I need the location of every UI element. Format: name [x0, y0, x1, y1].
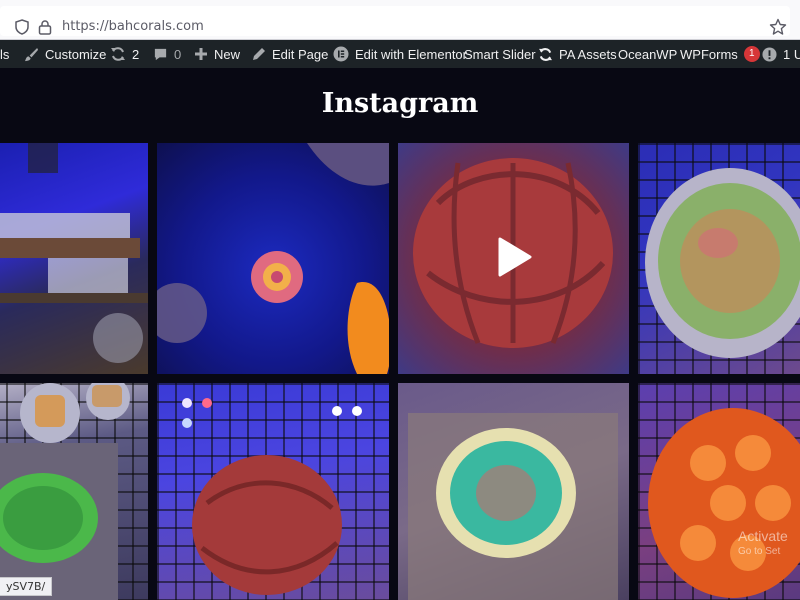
- adminbar-new[interactable]: New: [194, 40, 240, 68]
- adminbar-partial-left[interactable]: ls: [0, 40, 9, 68]
- adminbar-edit-page-label: Edit Page: [272, 46, 329, 62]
- paintbrush-icon: [24, 47, 39, 61]
- zoanthid-coral-photo: [157, 143, 389, 374]
- adminbar-smart-slider-label: Smart Slider: [464, 46, 536, 62]
- elementor-icon: [333, 46, 349, 62]
- instagram-post-7[interactable]: [398, 383, 629, 600]
- pencil-icon: [253, 48, 265, 60]
- instagram-post-1[interactable]: [0, 143, 148, 374]
- adminbar-wpforms-label: WPForms: [680, 46, 738, 62]
- tank-room-photo: [0, 143, 148, 363]
- teal-favia-coral-photo: [408, 413, 618, 600]
- address-field[interactable]: https://bahcorals.com: [0, 6, 790, 36]
- plus-icon: [195, 48, 207, 60]
- wp-admin-bar: ls Customize 2 0 New Edit Page Edit with…: [0, 40, 800, 68]
- link-status-bar: ySV7B/: [0, 577, 53, 596]
- adminbar-wpforms[interactable]: WPForms 1: [680, 40, 760, 68]
- adminbar-updates-count: 2: [132, 46, 140, 62]
- adminbar-edit-page[interactable]: Edit Page: [252, 40, 328, 68]
- adminbar-customize[interactable]: Customize: [24, 40, 106, 68]
- adminbar-edit-elementor[interactable]: Edit with Elementor: [333, 40, 467, 68]
- comment-icon: [154, 48, 167, 60]
- adminbar-pa-assets-label: PA Assets: [559, 46, 617, 62]
- favia-coral-photo: [645, 168, 800, 358]
- adminbar-oceanwp[interactable]: OceanWP: [618, 40, 677, 68]
- instagram-post-4[interactable]: [638, 143, 800, 374]
- refresh-icon: [538, 47, 553, 61]
- adminbar-updates[interactable]: 2: [110, 40, 139, 68]
- alert-icon: [762, 46, 777, 62]
- instagram-post-8[interactable]: [638, 383, 800, 600]
- updates-icon: [111, 47, 125, 61]
- instagram-post-6[interactable]: [157, 383, 389, 600]
- video-play-icon[interactable]: [492, 235, 536, 279]
- adminbar-customize-label: Customize: [45, 46, 107, 62]
- instagram-post-2[interactable]: [157, 143, 389, 374]
- watermark-line-1: Activate: [738, 528, 788, 544]
- zoanthid-frag-photo: [0, 383, 130, 600]
- adminbar-oceanwp-label: OceanWP: [618, 46, 678, 62]
- adminbar-new-label: New: [214, 46, 241, 62]
- browser-url-bar: https://bahcorals.com: [0, 0, 800, 40]
- url-text[interactable]: https://bahcorals.com: [62, 19, 204, 34]
- bookmark-star-icon[interactable]: [769, 18, 787, 36]
- adminbar-partial-left-label: ls: [0, 46, 10, 62]
- adminbar-edit-elementor-label: Edit with Elementor: [355, 46, 467, 62]
- adminbar-comments-count: 0: [174, 46, 182, 62]
- section-heading: Instagram: [321, 88, 479, 119]
- page-content: Instagram: [0, 68, 800, 600]
- lock-icon[interactable]: [38, 19, 52, 35]
- shield-icon[interactable]: [14, 19, 30, 35]
- wpforms-notification-badge: 1: [743, 46, 760, 62]
- activation-watermark: Activate Go to Set: [738, 528, 788, 560]
- orange-acan-coral-photo: [648, 408, 800, 598]
- adminbar-partial-right[interactable]: 1 U: [762, 40, 800, 68]
- red-brain-coral-photo: [182, 398, 362, 595]
- instagram-post-5[interactable]: [0, 383, 148, 600]
- adminbar-smart-slider[interactable]: Smart Slider: [464, 40, 536, 68]
- adminbar-comments[interactable]: 0: [153, 40, 181, 68]
- watermark-line-2: Go to Set: [738, 546, 781, 557]
- adminbar-pa-assets[interactable]: PA Assets: [538, 40, 617, 68]
- adminbar-partial-right-label: 1 U: [783, 46, 800, 62]
